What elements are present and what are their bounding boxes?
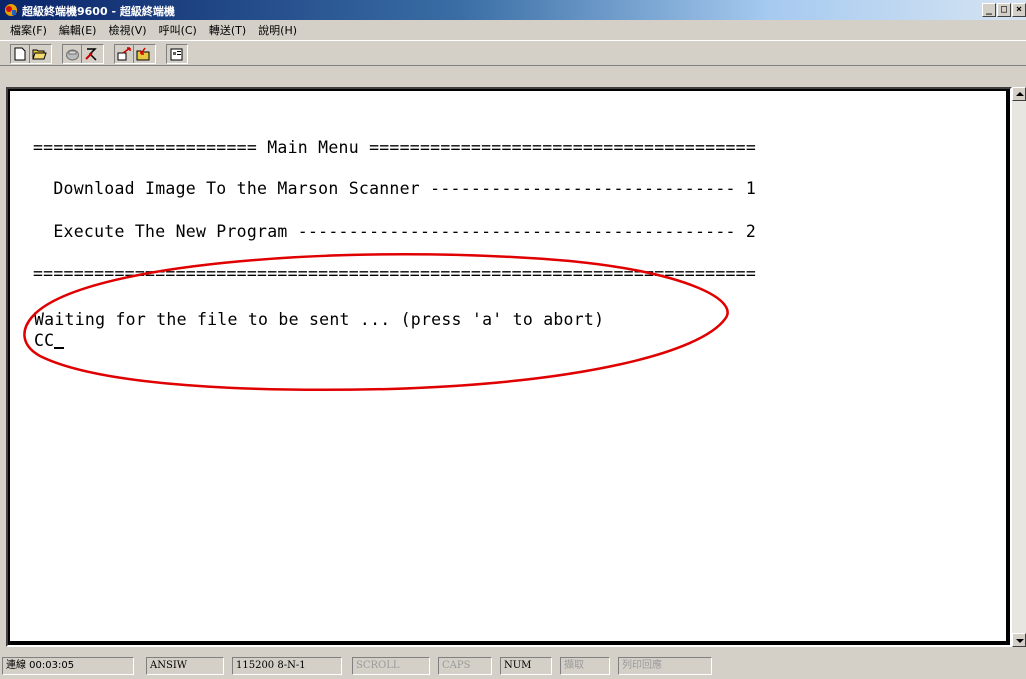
scroll-down-button[interactable] bbox=[1012, 633, 1026, 647]
status-bar: 連線 00:03:05 ANSIW 115200 8-N-1 SCROLL CA… bbox=[0, 653, 1026, 679]
text-cursor bbox=[54, 347, 65, 349]
properties-button[interactable] bbox=[167, 45, 186, 63]
caps-lock-indicator: CAPS bbox=[438, 657, 492, 675]
menu-edit[interactable]: 編輯(E) bbox=[59, 22, 97, 38]
receive-icon bbox=[136, 47, 150, 61]
open-folder-icon bbox=[32, 49, 47, 60]
window-controls: _ □ × bbox=[982, 3, 1026, 17]
title-bar[interactable]: 超級終端機9600 - 超級終端機 _ □ × bbox=[0, 0, 1026, 20]
menu-bar: 檔案(F) 編輯(E) 檢視(V) 呼叫(C) 轉送(T) 說明(H) bbox=[0, 20, 1026, 40]
menu-help[interactable]: 說明(H) bbox=[258, 22, 297, 38]
up-arrow-icon bbox=[1016, 92, 1024, 96]
maximize-button[interactable]: □ bbox=[997, 3, 1011, 17]
hyperterminal-app-icon[interactable] bbox=[4, 3, 18, 17]
terminal-line: CC bbox=[34, 331, 55, 350]
hyperterminal-window: 超級終端機9600 - 超級終端機 _ □ × 檔案(F) 編輯(E) 檢視(V… bbox=[0, 0, 1026, 679]
disconnect-icon bbox=[85, 47, 97, 61]
capture-indicator: 擷取 bbox=[560, 657, 610, 675]
menu-file[interactable]: 檔案(F) bbox=[10, 22, 47, 38]
disconnect-button[interactable] bbox=[82, 45, 101, 63]
vertical-scrollbar[interactable] bbox=[1012, 87, 1026, 647]
menu-view[interactable]: 檢視(V) bbox=[108, 22, 146, 38]
terminal-line: ====================== Main Menu =======… bbox=[33, 138, 757, 157]
terminal-line: ========================================… bbox=[33, 264, 757, 283]
terminal-line: Waiting for the file to be sent ... (pre… bbox=[34, 310, 605, 329]
connection-time: 連線 00:03:05 bbox=[2, 657, 134, 675]
receive-file-button[interactable] bbox=[134, 45, 153, 63]
down-arrow-icon bbox=[1016, 639, 1024, 643]
menu-transfer[interactable]: 轉送(T) bbox=[209, 22, 246, 38]
num-lock-indicator: NUM bbox=[500, 657, 552, 675]
open-button[interactable] bbox=[30, 45, 49, 63]
phone-icon bbox=[65, 49, 79, 60]
scroll-up-button[interactable] bbox=[1012, 87, 1026, 101]
new-document-icon bbox=[14, 47, 26, 61]
send-icon bbox=[117, 47, 131, 61]
highlight-oval bbox=[23, 253, 729, 391]
terminal-screen[interactable]: ====================== Main Menu =======… bbox=[9, 90, 1007, 642]
emulation-status: ANSIW bbox=[146, 657, 224, 675]
toolbar-call-group bbox=[62, 44, 104, 64]
minimize-button[interactable]: _ bbox=[982, 3, 996, 17]
menu-call[interactable]: 呼叫(C) bbox=[159, 22, 197, 38]
toolbar bbox=[0, 40, 1026, 66]
toolbar-properties-group bbox=[166, 44, 188, 64]
terminal-line: Download Image To the Marson Scanner ---… bbox=[33, 179, 757, 198]
terminal-prompt-line: CC bbox=[34, 331, 65, 350]
port-settings: 115200 8-N-1 bbox=[232, 657, 342, 675]
scroll-lock-indicator: SCROLL bbox=[352, 657, 430, 675]
close-button[interactable]: × bbox=[1012, 3, 1026, 17]
window-title: 超級終端機9600 - 超級終端機 bbox=[22, 5, 175, 18]
print-echo-indicator: 列印回應 bbox=[618, 657, 712, 675]
send-file-button[interactable] bbox=[115, 45, 134, 63]
terminal-line: Execute The New Program ----------------… bbox=[33, 222, 757, 241]
new-connection-button[interactable] bbox=[11, 45, 30, 63]
toolbar-file-group bbox=[10, 44, 52, 64]
properties-icon bbox=[170, 48, 182, 61]
call-button[interactable] bbox=[63, 45, 82, 63]
toolbar-transfer-group bbox=[114, 44, 156, 64]
